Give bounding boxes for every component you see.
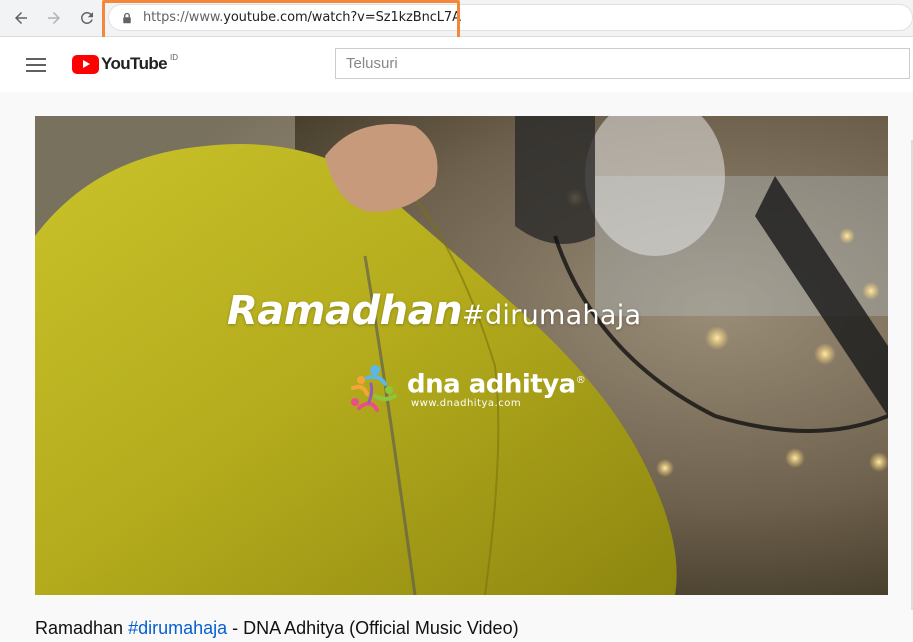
arrow-left-icon [15,12,27,24]
video-title-suffix: - DNA Adhitya (Official Music Video) [227,618,519,638]
arrow-right-icon [48,12,60,24]
overlay-title-text: Ramadhan [227,288,463,334]
lock-icon [121,11,135,25]
youtube-logo[interactable]: YouTube ID [72,53,178,75]
youtube-wordmark: YouTube [101,54,168,73]
brand-url: www.dnadhitya.com [411,398,522,410]
reload-button[interactable] [75,6,99,30]
hamburger-menu-icon[interactable] [24,53,48,77]
video-title: Ramadhan #dirumahaja - DNA Adhitya (Offi… [35,618,519,639]
brand-name: dna adhitya® [407,367,586,400]
youtube-header: YouTube ID [0,37,913,92]
search-input[interactable] [346,55,909,72]
youtube-play-icon [72,54,99,74]
search-box[interactable] [335,48,910,79]
url-text[interactable]: https://www.youtube.com/watch?v=Sz1kzBnc… [143,10,461,25]
video-title-hashtag-link[interactable]: #dirumahaja [128,618,227,638]
video-player[interactable]: Ramadhan#dirumahaja dna adhitya® www.dna… [35,116,888,595]
region-code: ID [170,52,178,62]
back-button[interactable] [9,6,33,30]
url-path: /watch?v=Sz1kzBncL7A [307,10,461,25]
video-overlay-title: Ramadhan#dirumahaja [227,288,641,334]
video-title-prefix: Ramadhan [35,618,129,638]
registered-mark: ® [575,374,586,386]
url-scheme: https://www. [143,10,224,25]
forward-button[interactable] [42,6,66,30]
video-frame [35,116,888,595]
reload-icon [80,11,93,24]
url-host: youtube.com [223,10,308,25]
browser-toolbar: https://www.youtube.com/watch?v=Sz1kzBnc… [0,0,913,42]
brand-emblem-icon [351,365,397,412]
brand-name-text: dna adhitya [407,369,576,400]
brand-logo: dna adhitya® www.dnadhitya.com [345,362,586,414]
overlay-hashtag-text: #dirumahaja [462,300,642,331]
address-bar[interactable]: https://www.youtube.com/watch?v=Sz1kzBnc… [108,4,913,31]
